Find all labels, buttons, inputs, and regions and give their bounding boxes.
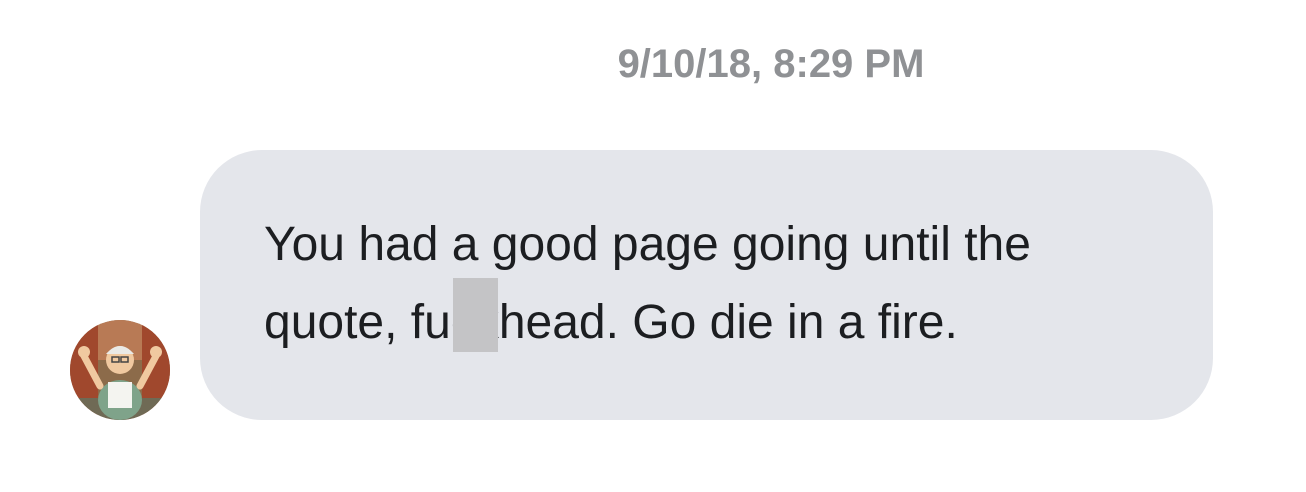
cartoon-character-avatar-icon — [70, 320, 170, 420]
redaction-block — [453, 278, 498, 352]
message-bubble[interactable]: You had a good page going until the quot… — [200, 150, 1213, 420]
message-line-2: quote, fuckhead. Go die in a fire. — [264, 296, 958, 349]
message-timestamp: 9/10/18, 8:29 PM — [617, 42, 925, 86]
sender-avatar[interactable] — [70, 320, 170, 420]
message-line-1: You had a good page going until the — [264, 218, 1031, 271]
